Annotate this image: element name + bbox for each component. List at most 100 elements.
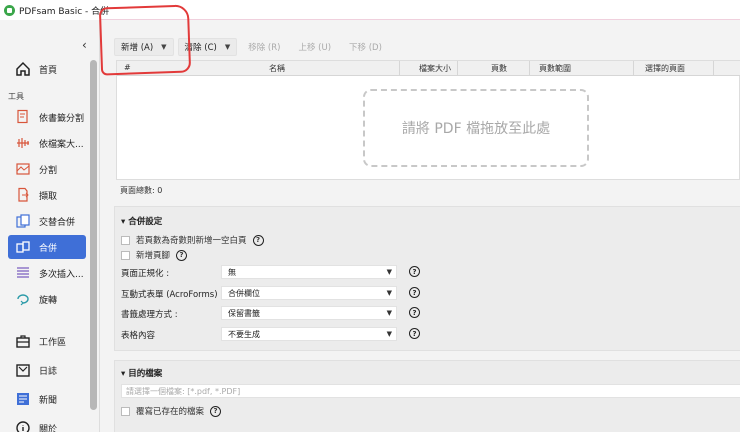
sidebar-item-label: 首頁 xyxy=(39,65,58,76)
app-logo-icon xyxy=(4,4,15,16)
help-icon[interactable]: ? xyxy=(409,307,420,318)
sidebar: ‹ 首頁 工具 依書籤分割 依檔案大... 分割 擷取 交替合併 合併 多次插入… xyxy=(0,20,100,432)
footer-checkbox[interactable] xyxy=(121,250,130,260)
normalize-select[interactable]: 無 ▼ xyxy=(221,265,397,279)
sidebar-item-label: 工作區 xyxy=(39,337,67,348)
sidebar-item-label: 合併 xyxy=(39,243,58,254)
sidebar-item-merge[interactable]: 合併 xyxy=(8,235,86,259)
main-panel: 新增 (A) ▼ 清除 (C) ▼ 移除 (R) 上移 (U) 下移 (D) #… xyxy=(100,20,740,432)
sidebar-item-label: 依書籤分割 xyxy=(39,113,85,124)
section-title-text: 合併設定 xyxy=(128,217,163,227)
destination-panel: ▾ 目的檔案 請選擇一個檔案: [*.pdf, *.PDF] 覆寫已存在的檔案 … xyxy=(114,360,740,432)
extract-icon xyxy=(14,186,32,204)
help-icon[interactable]: ? xyxy=(176,249,188,261)
destination-file-input[interactable]: 請選擇一個檔案: [*.pdf, *.PDF] xyxy=(121,384,740,398)
blank-page-label: 若頁數為奇數則新增一空白頁 xyxy=(136,236,247,246)
split-icon xyxy=(14,160,32,178)
sidebar-item-label: 分割 xyxy=(39,165,58,176)
bookmarks-label: 書籤處理方式 : xyxy=(121,310,178,320)
sidebar-item-extract[interactable]: 擷取 xyxy=(8,183,86,207)
sidebar-item-log[interactable]: 日誌 xyxy=(8,358,86,382)
overwrite-option: 覆寫已存在的檔案 ? xyxy=(121,405,222,417)
alternate-mix-icon xyxy=(14,212,32,230)
red-annotation-circle xyxy=(98,4,192,76)
merge-settings-title[interactable]: ▾ 合併設定 xyxy=(121,215,162,227)
column-divider xyxy=(529,61,530,76)
footer-label: 新增頁腳 xyxy=(136,251,171,261)
caret-down-icon: ▼ xyxy=(224,43,231,51)
files-table[interactable]: # 名稱 檔案大小 頁數 頁數範圍 選擇的頁面 請將 PDF 檔拖放至此處 xyxy=(116,60,740,180)
column-divider xyxy=(457,61,458,76)
forms-select[interactable]: 合併欄位 ▼ xyxy=(221,286,397,300)
window-title: PDFsam Basic - 合併 xyxy=(19,6,110,17)
rotate-icon xyxy=(14,290,32,308)
column-divider xyxy=(633,61,634,76)
sidebar-item-workspace[interactable]: 工作區 xyxy=(8,329,86,353)
log-icon xyxy=(14,361,32,379)
column-header-pages[interactable]: 頁數 xyxy=(491,63,507,74)
sidebar-item-label: 擷取 xyxy=(39,191,58,202)
sidebar-item-label: 交替合併 xyxy=(39,217,76,228)
merge-icon xyxy=(14,238,32,256)
tools-section-label: 工具 xyxy=(8,92,24,101)
section-title-text: 目的檔案 xyxy=(128,369,163,379)
sidebar-item-split[interactable]: 分割 xyxy=(8,157,86,181)
pages-total: 頁面總數: 0 xyxy=(120,186,163,195)
toc-select[interactable]: 不要生成 ▼ xyxy=(221,327,397,341)
sidebar-item-split-by-bookmarks[interactable]: 依書籤分割 xyxy=(8,105,86,129)
forms-value: 合併欄位 xyxy=(228,288,260,298)
column-header-selected-pages[interactable]: 選擇的頁面 xyxy=(645,63,685,74)
drop-zone[interactable]: 請將 PDF 檔拖放至此處 xyxy=(363,89,589,167)
insert-icon xyxy=(14,264,32,282)
help-icon[interactable]: ? xyxy=(252,234,264,246)
destination-title[interactable]: ▾ 目的檔案 xyxy=(121,367,162,379)
bookmarks-value: 保留書籤 xyxy=(228,308,260,318)
help-icon[interactable]: ? xyxy=(210,405,222,417)
merge-settings-panel: ▾ 合併設定 若頁數為奇數則新增一空白頁 ? 新增頁腳 ? 頁面正規化 : 無 … xyxy=(114,206,740,351)
column-divider xyxy=(399,61,400,76)
column-header-name[interactable]: 名稱 xyxy=(269,63,285,74)
table-header: # 名稱 檔案大小 頁數 頁數範圍 選擇的頁面 xyxy=(117,61,740,76)
toc-value: 不要生成 xyxy=(228,329,260,339)
sidebar-scrollbar[interactable] xyxy=(90,60,97,410)
info-icon xyxy=(14,419,32,432)
help-icon[interactable]: ? xyxy=(409,266,420,277)
overwrite-label: 覆寫已存在的檔案 xyxy=(136,407,205,417)
overwrite-checkbox[interactable] xyxy=(121,406,130,416)
home-icon xyxy=(14,60,32,78)
size-split-icon xyxy=(14,134,32,152)
caret-down-icon: ▼ xyxy=(386,309,392,317)
remove-button[interactable]: 移除 (R) xyxy=(241,38,287,56)
sidebar-item-split-by-size[interactable]: 依檔案大... xyxy=(8,131,86,155)
toc-label: 表格內容 xyxy=(121,331,156,341)
sidebar-item-news[interactable]: 新聞 xyxy=(8,387,86,411)
news-icon xyxy=(14,390,32,408)
help-icon[interactable]: ? xyxy=(409,287,420,298)
caret-down-icon: ▼ xyxy=(386,268,392,276)
sidebar-item-alternate-mix[interactable]: 交替合併 xyxy=(8,209,86,233)
sidebar-item-label: 關於 xyxy=(39,424,58,432)
column-header-page-range[interactable]: 頁數範圍 xyxy=(539,63,571,74)
column-divider xyxy=(713,61,714,76)
sidebar-item-label: 依檔案大... xyxy=(39,139,84,150)
forms-label: 互動式表單 (AcroForms) : xyxy=(121,290,224,300)
sidebar-item-rotate[interactable]: 旋轉 xyxy=(8,287,86,311)
normalize-value: 無 xyxy=(228,267,236,277)
sidebar-item-label: 多次插入... xyxy=(39,269,84,280)
sidebar-item-about[interactable]: 關於 xyxy=(8,416,86,432)
sidebar-item-label: 新聞 xyxy=(39,395,58,406)
move-down-button[interactable]: 下移 (D) xyxy=(342,38,389,56)
sidebar-item-label: 旋轉 xyxy=(39,295,58,306)
caret-down-icon: ▼ xyxy=(386,289,392,297)
normalize-label: 頁面正規化 : xyxy=(121,269,170,279)
blank-page-option: 若頁數為奇數則新增一空白頁 ? xyxy=(121,234,264,246)
caret-down-icon: ▼ xyxy=(386,330,392,338)
move-up-button[interactable]: 上移 (U) xyxy=(291,38,338,56)
sidebar-item-home[interactable]: 首頁 xyxy=(8,57,86,81)
blank-page-checkbox[interactable] xyxy=(121,235,130,245)
help-icon[interactable]: ? xyxy=(409,328,420,339)
column-header-size[interactable]: 檔案大小 xyxy=(419,63,451,74)
sidebar-item-insert[interactable]: 多次插入... xyxy=(8,261,86,285)
bookmarks-select[interactable]: 保留書籤 ▼ xyxy=(221,306,397,320)
chevron-left-icon[interactable]: ‹ xyxy=(82,38,87,52)
